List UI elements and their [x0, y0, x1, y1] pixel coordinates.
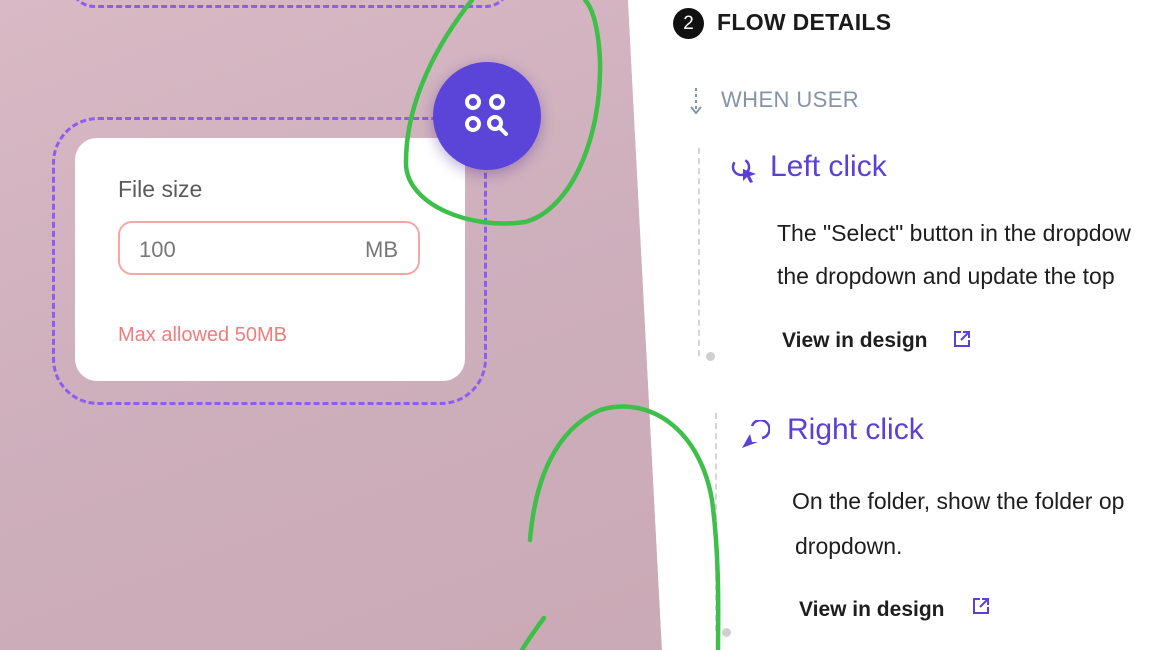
hand-drawn-annotation	[403, 0, 721, 650]
